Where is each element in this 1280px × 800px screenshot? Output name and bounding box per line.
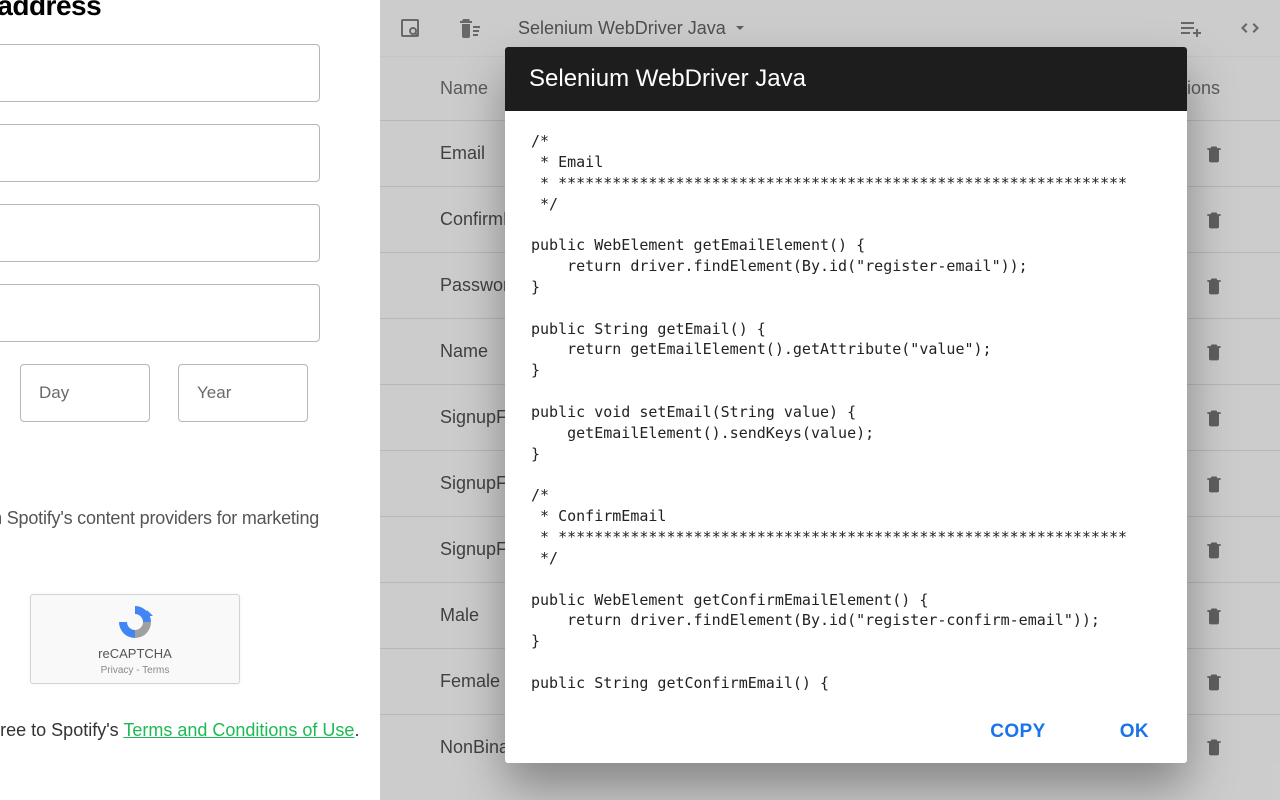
- recaptcha-widget[interactable]: reCAPTCHA Privacy - Terms: [30, 594, 240, 684]
- password-field[interactable]: [0, 204, 320, 262]
- nonbinary-label: Non-binary: [0, 456, 360, 480]
- terms-line: By clicking on Sign up, you agree to Spo…: [0, 720, 360, 741]
- copy-button[interactable]: COPY: [990, 721, 1045, 743]
- dob-day-field[interactable]: [20, 364, 150, 422]
- dialog-body: /* * Email * ***************************…: [505, 111, 1187, 707]
- code-export-dialog: Selenium WebDriver Java /* * Email * ***…: [505, 47, 1187, 763]
- recaptcha-icon: [115, 602, 155, 642]
- terms-prefix: By clicking on Sign up, you agree to Spo…: [0, 720, 123, 740]
- dob-row: [20, 364, 360, 422]
- confirm-email-field[interactable]: [0, 124, 320, 182]
- ok-button[interactable]: OK: [1120, 721, 1149, 743]
- email-field[interactable]: [0, 44, 320, 102]
- form-heading: What's your email address: [0, 0, 360, 22]
- dialog-footer: COPY OK: [505, 707, 1187, 763]
- recaptcha-privacy-terms: Privacy - Terms: [101, 665, 170, 676]
- signup-form: What's your email address Non-binary Sha…: [0, 0, 380, 761]
- dialog-title: Selenium WebDriver Java: [505, 47, 1187, 111]
- recaptcha-label: reCAPTCHA: [98, 646, 172, 661]
- marketing-consent-text: Share my registration data with Spotify'…: [0, 508, 360, 550]
- name-field[interactable]: [0, 284, 320, 342]
- dob-year-field[interactable]: [178, 364, 308, 422]
- terms-link[interactable]: Terms and Conditions of Use: [123, 720, 354, 740]
- exported-code[interactable]: /* * Email * ***************************…: [531, 131, 1161, 694]
